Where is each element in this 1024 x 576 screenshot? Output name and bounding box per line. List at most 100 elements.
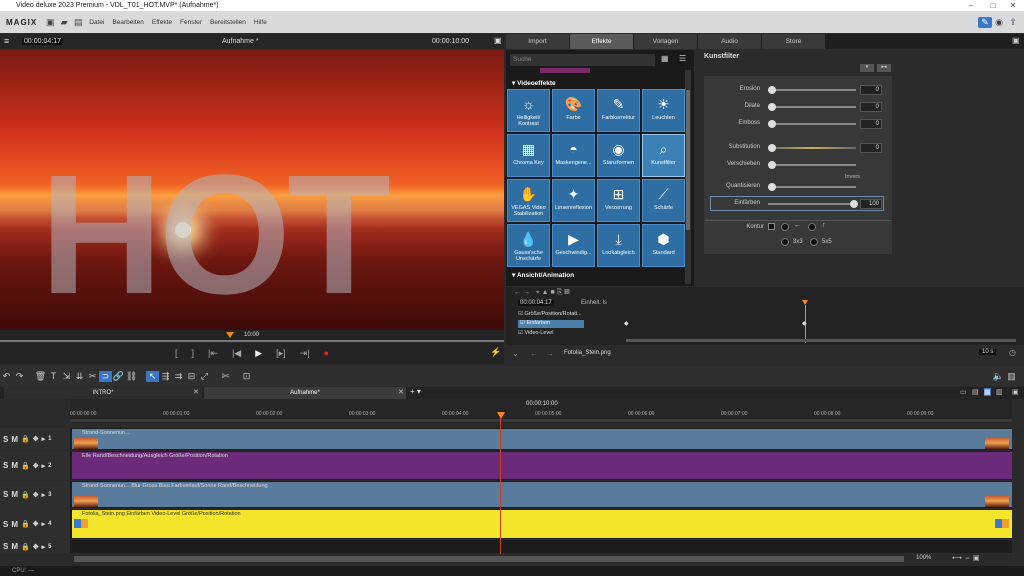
pointer-icon[interactable]: ↖ — [146, 370, 159, 382]
kf-duration[interactable]: 10 s — [979, 349, 997, 355]
mute-button[interactable]: M — [11, 520, 18, 529]
effect-tile[interactable]: ✎ Farbkorrektur — [597, 89, 640, 132]
mixer-icon[interactable]: ▥ — [1005, 371, 1018, 382]
track-clip[interactable]: Strand-Sonnenun... Blur Gross Blau Farbv… — [72, 482, 1012, 507]
kf-nav-icons[interactable]: ← → ⌖ ▲ ■ ⎘ ▦ — [514, 289, 570, 297]
move-icon[interactable]: ✥ — [33, 435, 39, 443]
tab-store[interactable]: Store — [762, 34, 825, 49]
effect-tile[interactable]: ⌕ Kunstfilter — [642, 134, 685, 177]
move-icon[interactable]: ✥ — [33, 462, 39, 470]
prev-frame-icon[interactable]: |◀ — [232, 348, 241, 359]
track-clip[interactable]: Strand-Sonnenun... — [72, 429, 1012, 449]
effect-tile[interactable]: ⊞ Verzerrung — [597, 179, 640, 222]
lock-icon[interactable]: 🔒 — [21, 543, 30, 551]
zoom-fit-icon[interactable]: ⟷ ⇔ ▣ — [952, 554, 980, 562]
floppy-icon[interactable]: ▤ — [71, 17, 85, 28]
playhead-marker[interactable] — [226, 332, 234, 338]
menu-effekte[interactable]: Effekte — [148, 19, 176, 26]
track-toggle-icon[interactable]: ▸ — [42, 543, 46, 551]
tab-effekte[interactable]: Effekte — [570, 34, 633, 49]
kf-row-value[interactable]: 0 — [860, 85, 882, 95]
kf-row-slider[interactable] — [768, 147, 856, 149]
monitor-timecode[interactable]: 00:00:04:17 — [22, 38, 63, 45]
cut-icon[interactable]: ✂ — [86, 371, 99, 382]
lock-icon[interactable]: 🔒 — [21, 435, 30, 443]
size-radio-5x5[interactable] — [810, 238, 818, 246]
effect-tile[interactable]: ◓ Maskengene... — [552, 134, 595, 177]
arrangement-maximize-icon[interactable]: ▣ — [1012, 388, 1019, 396]
view-mode-3-icon[interactable]: ▦ — [984, 388, 991, 396]
range-icon[interactable]: ⊟ — [185, 371, 198, 382]
minimize-icon[interactable]: – — [960, 0, 982, 11]
timeline-hscroll[interactable] — [70, 554, 1012, 564]
solo-button[interactable]: S — [3, 520, 8, 529]
link-icon[interactable]: 🔗 — [112, 371, 125, 382]
hamburger-icon[interactable]: ≡ — [4, 36, 9, 46]
back-icon[interactable]: ← — [530, 349, 538, 358]
size-radio-3x3[interactable] — [781, 238, 789, 246]
effect-tile[interactable]: 🎨 Farbe — [552, 89, 595, 132]
title-icon[interactable]: T — [47, 371, 60, 381]
kf-row-slider[interactable] — [768, 123, 856, 125]
move-icon[interactable]: ✥ — [33, 520, 39, 528]
panel-maximize-icon[interactable]: ▣ — [1012, 36, 1020, 45]
lock-icon[interactable]: 🔒 — [21, 462, 30, 470]
marker-icon[interactable]: ⇲ — [60, 371, 73, 382]
kf-row-knob[interactable] — [768, 86, 776, 94]
grid-view-icon[interactable]: ▦ — [661, 54, 669, 63]
effect-tile[interactable]: ✦ Linsenreflexion — [552, 179, 595, 222]
disc-icon[interactable]: ◉ — [992, 17, 1006, 28]
view-mode-2-icon[interactable]: ▤ — [972, 388, 979, 396]
effect-tile[interactable]: ☀ Leuchten — [642, 89, 685, 132]
menu-bereitstellen[interactable]: Bereitstellen — [206, 19, 250, 26]
effect-tile[interactable]: ☼ Helligkeit/ Kontrast — [507, 89, 550, 132]
next-frame-icon[interactable]: [▸] — [276, 348, 286, 359]
mark-in-icon[interactable]: [ — [175, 348, 178, 358]
split-icon[interactable]: ⇊ — [73, 371, 86, 382]
maximize-icon[interactable]: □ — [982, 0, 1004, 11]
speaker-icon[interactable]: 🔈 — [992, 371, 1005, 382]
close-tab-intro-icon[interactable]: ✕ — [193, 388, 199, 396]
move-icon[interactable]: ✥ — [33, 491, 39, 499]
solo-button[interactable]: S — [3, 542, 8, 551]
timeline-playhead[interactable] — [497, 412, 505, 419]
track-header[interactable]: S M 🔒 ✥ ▸ 1 — [0, 428, 70, 450]
menu-datei[interactable]: Datei — [85, 19, 108, 26]
tab-audio[interactable]: Audio — [698, 34, 761, 49]
ripple-icon[interactable]: ⇶ — [159, 371, 172, 382]
kf-row-knob[interactable] — [768, 120, 776, 128]
tab-import[interactable]: Import — [506, 34, 569, 49]
kontur-radio-2[interactable] — [808, 223, 816, 231]
add-tab-icon[interactable]: + ▾ — [410, 387, 421, 396]
kf-row-slider[interactable] — [768, 186, 856, 188]
ripple-all-icon[interactable]: ⇉ — [172, 371, 185, 382]
play-icon[interactable]: ▶ — [255, 348, 262, 359]
track-header[interactable]: S M 🔒 ✥ ▸ 2 — [0, 451, 70, 480]
clock-icon[interactable]: ◷ — [1009, 348, 1016, 357]
solo-button[interactable]: S — [3, 461, 8, 470]
lock-icon[interactable]: 🔒 — [21, 520, 30, 528]
effects-scrollbar[interactable] — [685, 70, 691, 284]
kf-param-2[interactable]: ☑ Video-Level — [518, 330, 553, 336]
close-tab-aufnahme-icon[interactable]: ✕ — [398, 388, 404, 396]
snapshot-icon[interactable]: ⊡ — [240, 371, 253, 382]
solo-button[interactable]: S — [3, 490, 8, 499]
redo-icon[interactable]: ↷ — [13, 371, 26, 382]
section-animation[interactable]: ▾ Ansicht/Animation — [512, 271, 574, 279]
kf-diamond-mid[interactable]: ◆ — [802, 320, 807, 327]
kontur-checkbox[interactable] — [768, 223, 775, 230]
unlink-icon[interactable]: ⛓ — [125, 371, 138, 382]
kf-row-slider[interactable] — [768, 106, 856, 108]
track-toggle-icon[interactable]: ▸ — [42, 462, 46, 470]
effect-tile[interactable]: 💧 Gauss'sche Unschärfe — [507, 224, 550, 267]
tab-aufnahme[interactable]: Aufnahme* — [204, 387, 406, 399]
delete-icon[interactable]: 🗑 — [34, 371, 47, 382]
effect-tile[interactable]: ⬢ Standard — [642, 224, 685, 267]
track-toggle-icon[interactable]: ▸ — [42, 491, 46, 499]
menu-hilfe[interactable]: Hilfe — [250, 19, 271, 26]
view-mode-1-icon[interactable]: ▭ — [960, 388, 967, 396]
mute-button[interactable]: M — [11, 490, 18, 499]
lightning-icon[interactable]: ⚡ — [490, 347, 501, 358]
kf-row-slider[interactable] — [768, 164, 856, 166]
kf-row-knob[interactable] — [768, 161, 776, 169]
